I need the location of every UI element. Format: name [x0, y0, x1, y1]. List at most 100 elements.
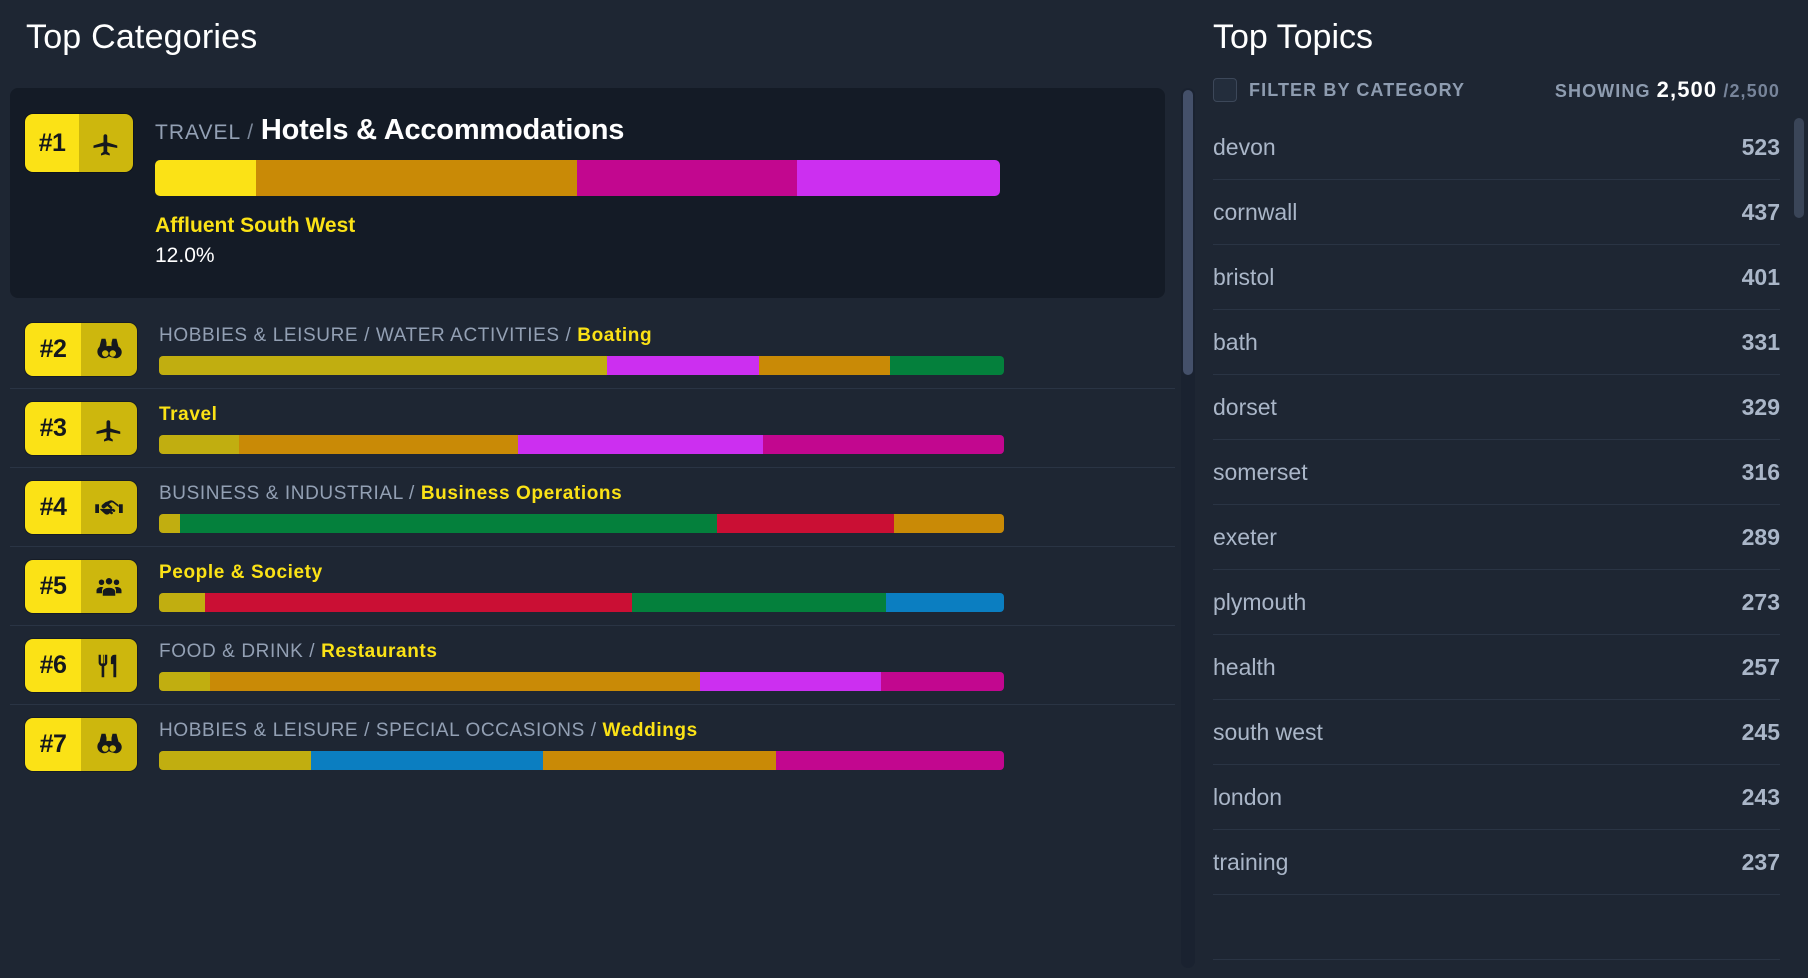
dashboard-root: Top Categories #1 TRAVEL / Hotels & Acco…: [0, 0, 1808, 978]
scrollbar-thumb[interactable]: [1183, 90, 1193, 375]
list-item[interactable]: somerset 316: [1213, 440, 1780, 505]
topic-count: 273: [1741, 588, 1780, 615]
list-item[interactable]: bristol 401: [1213, 245, 1780, 310]
list-item[interactable]: devon 523: [1213, 115, 1780, 180]
showing-total: /2,500: [1723, 81, 1780, 101]
category-breadcrumb: HOBBIES & LEISURE / WATER ACTIVITIES / B…: [159, 325, 1163, 347]
bar-segment: [159, 434, 240, 454]
category-row[interactable]: #2 HOBBIES & LEISURE / WATER ACTIVITIES …: [10, 310, 1175, 389]
category-row[interactable]: #4 BUSINESS & INDUSTRIAL / Business Oper…: [10, 468, 1175, 547]
segment-bar-6[interactable]: [159, 671, 1004, 691]
rank-badge-5[interactable]: #5: [25, 560, 137, 613]
topics-controls: FILTER BY CATEGORY SHOWING 2,500 /2,500: [1195, 57, 1808, 103]
scrollbar-thumb[interactable]: [1794, 118, 1804, 218]
rank-badge-4[interactable]: #4: [25, 481, 137, 534]
list-item[interactable]: exeter 289: [1213, 505, 1780, 570]
rank-badge-3[interactable]: #3: [25, 402, 137, 455]
rank-badge-7[interactable]: #7: [25, 718, 137, 771]
bar-segment: [518, 434, 764, 454]
bar-segment: [159, 671, 210, 691]
rank-badge-2[interactable]: #2: [25, 323, 137, 376]
breadcrumb-leaf[interactable]: Weddings: [603, 720, 698, 741]
featured-segment-percent: 12.0%: [155, 244, 215, 267]
breadcrumb-leaf[interactable]: Business Operations: [421, 483, 622, 504]
category-row[interactable]: #3 Travel: [10, 389, 1175, 468]
bar-segment: [256, 160, 578, 196]
showing-count: 2,500: [1656, 77, 1718, 102]
people-group-icon: [81, 560, 137, 613]
breadcrumb-leaf[interactable]: People & Society: [159, 562, 323, 583]
topic-count: 289: [1741, 523, 1780, 550]
featured-category-card[interactable]: #1 TRAVEL / Hotels & Accommodations Affl…: [10, 88, 1165, 298]
bar-segment: [716, 513, 895, 533]
topics-list[interactable]: devon 523 cornwall 437 bristol 401 bath …: [1195, 115, 1808, 960]
filter-label: FILTER BY CATEGORY: [1249, 79, 1466, 100]
topic-count: 316: [1741, 458, 1780, 485]
bar-segment: [159, 750, 312, 770]
breadcrumb-separator: /: [247, 121, 255, 144]
topic-count: 331: [1741, 328, 1780, 355]
list-item[interactable]: training 237: [1213, 830, 1780, 895]
topic-name: bath: [1213, 328, 1258, 355]
breadcrumb-leaf[interactable]: Hotels & Accommodations: [261, 114, 625, 146]
bar-segment: [159, 355, 607, 375]
topics-list-scrollbar[interactable]: [1794, 118, 1804, 958]
segment-bar-3[interactable]: [159, 434, 1004, 454]
list-item[interactable]: health 257: [1213, 635, 1780, 700]
bar-segment: [159, 592, 206, 612]
list-item[interactable]: cornwall 437: [1213, 180, 1780, 245]
segment-bar-7[interactable]: [159, 750, 1004, 770]
segment-bar-4[interactable]: [159, 513, 1004, 533]
topic-name: exeter: [1213, 523, 1277, 550]
category-row[interactable]: #5 People & Society: [10, 547, 1175, 626]
breadcrumb-leaf[interactable]: Boating: [577, 325, 652, 346]
category-list-scrollbar[interactable]: [1181, 88, 1195, 968]
topic-name: dorset: [1213, 393, 1277, 420]
binoculars-icon: [81, 323, 137, 376]
category-row[interactable]: #7 HOBBIES & LEISURE / SPECIAL OCCASIONS…: [10, 705, 1175, 783]
bar-segment: [155, 160, 257, 196]
rank-badge-6[interactable]: #6: [25, 639, 137, 692]
list-item[interactable]: south west 245: [1213, 700, 1780, 765]
list-item[interactable]: dorset 329: [1213, 375, 1780, 440]
bar-segment: [311, 750, 544, 770]
breadcrumb-root[interactable]: HOBBIES & LEISURE / SPECIAL OCCASIONS /: [159, 720, 597, 741]
topic-name: somerset: [1213, 458, 1308, 485]
bar-segment: [632, 592, 886, 612]
topic-name: south west: [1213, 718, 1323, 745]
topic-name: bristol: [1213, 263, 1275, 290]
filter-by-category-control[interactable]: FILTER BY CATEGORY: [1213, 78, 1465, 102]
segment-bar-1[interactable]: [155, 160, 1000, 196]
bar-segment: [239, 434, 519, 454]
binoculars-icon: [81, 718, 137, 771]
breadcrumb-root[interactable]: FOOD & DRINK /: [159, 641, 315, 662]
topic-count: 437: [1741, 198, 1780, 225]
breadcrumb-leaf[interactable]: Travel: [159, 404, 218, 425]
category-list-scroll-area[interactable]: #1 TRAVEL / Hotels & Accommodations Affl…: [10, 88, 1175, 978]
bar-segment: [159, 513, 181, 533]
topic-count: 401: [1741, 263, 1780, 290]
list-item[interactable]: london 243: [1213, 765, 1780, 830]
breadcrumb-root[interactable]: HOBBIES & LEISURE / WATER ACTIVITIES /: [159, 325, 571, 346]
topic-count: 243: [1741, 783, 1780, 810]
category-row[interactable]: #6 FOOD & DRINK / Restaurants: [10, 626, 1175, 705]
filter-checkbox[interactable]: [1213, 78, 1237, 102]
list-item[interactable]: [1213, 895, 1780, 960]
segment-bar-5[interactable]: [159, 592, 1004, 612]
list-item[interactable]: bath 331: [1213, 310, 1780, 375]
rank-badge-1[interactable]: #1: [25, 114, 133, 172]
topic-count: 257: [1741, 653, 1780, 680]
bar-segment: [758, 355, 890, 375]
breadcrumb-root[interactable]: TRAVEL: [155, 121, 240, 144]
list-item[interactable]: plymouth 273: [1213, 570, 1780, 635]
bar-segment: [894, 513, 1004, 533]
category-breadcrumb: BUSINESS & INDUSTRIAL / Business Operati…: [159, 483, 1163, 505]
breadcrumb-root[interactable]: BUSINESS & INDUSTRIAL /: [159, 483, 415, 504]
topic-name: training: [1213, 848, 1289, 875]
fork-knife-icon: [81, 639, 137, 692]
category-breadcrumb: Travel: [159, 404, 1163, 426]
segment-bar-2[interactable]: [159, 355, 1004, 375]
top-topics-panel: Top Topics FILTER BY CATEGORY SHOWING 2,…: [1195, 0, 1808, 978]
bar-segment: [180, 513, 717, 533]
breadcrumb-leaf[interactable]: Restaurants: [321, 641, 437, 662]
